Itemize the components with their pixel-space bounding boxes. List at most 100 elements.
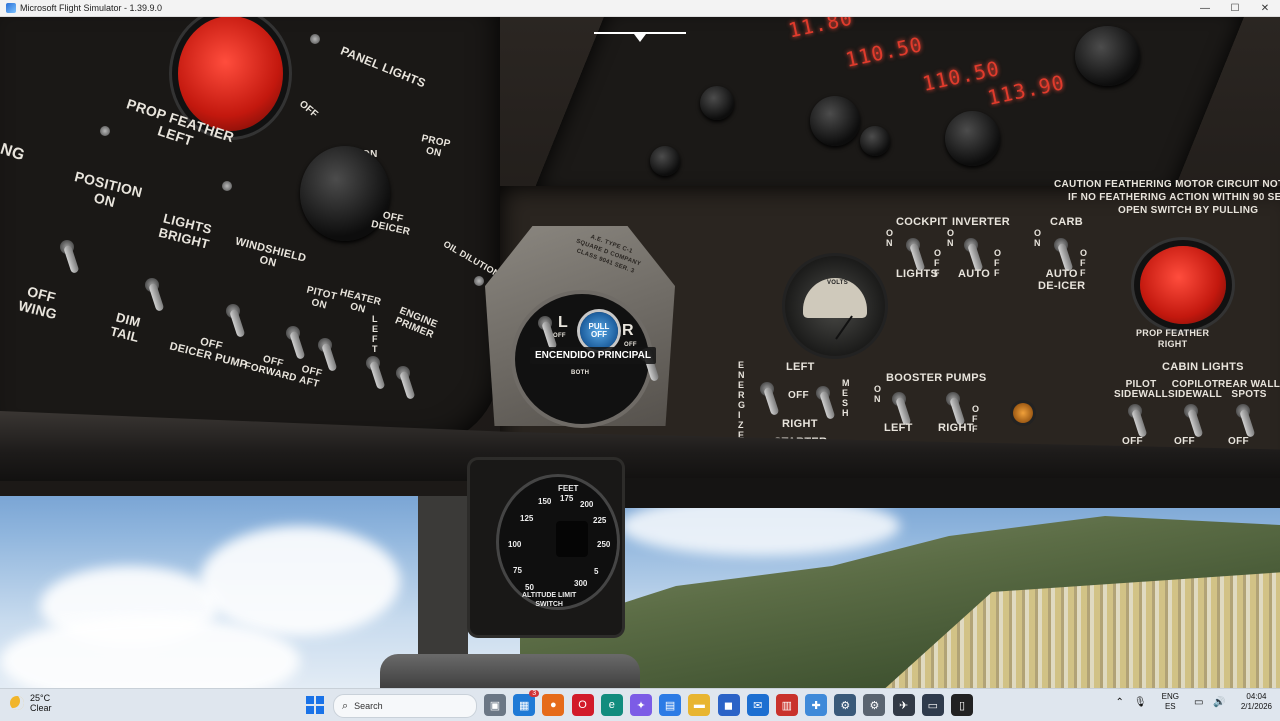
close-button[interactable]: ✕: [1250, 0, 1280, 16]
clock-time: 04:04: [1246, 692, 1267, 701]
caution-line-3: OPEN SWITCH BY PULLING: [1118, 205, 1259, 216]
engine-primer-left-label: L E F T: [372, 314, 379, 354]
moon-icon: [10, 696, 24, 710]
rear-wall-spots-label: REAR WALL SPOTS: [1218, 379, 1280, 400]
window-title-bar[interactable]: Microsoft Flight Simulator - 1.39.9.0 — …: [0, 0, 1280, 17]
starter-left-label: LEFT: [786, 361, 815, 373]
msfs-card-icon[interactable]: ▭: [921, 694, 944, 716]
booster-left-label: LEFT: [884, 422, 913, 434]
opera-icon[interactable]: O: [571, 694, 594, 716]
starter-energize-label: E N E R G I Z E: [738, 360, 746, 440]
maximize-button[interactable]: ☐: [1220, 0, 1250, 16]
settings-icon[interactable]: ⚙: [863, 694, 886, 716]
language-indicator[interactable]: ENG ES: [1162, 692, 1179, 712]
task-view-icon[interactable]: ▣: [484, 694, 506, 716]
booster-pump-left-switch[interactable]: [892, 392, 906, 406]
prop-feather-left-button[interactable]: [178, 16, 283, 131]
phone-icon[interactable]: ▯: [951, 694, 973, 716]
starter-right-label: RIGHT: [782, 418, 818, 430]
altitude-feet-label: FEET: [558, 484, 579, 493]
prop-feather-right-button[interactable]: [1140, 246, 1226, 324]
magneto-pull-off-button[interactable]: PULL OFF: [580, 312, 618, 350]
position-lights-switch[interactable]: [60, 240, 74, 254]
inverter-auto-label: AUTO: [958, 268, 991, 280]
altitude-tick: 5: [594, 567, 599, 576]
windows-taskbar: 25°C Clear ⌕ Search ▣ ▦ 3 ● Oe ✦ ▤ ▬ ◼ ✉ ▥ ✚ ⚙ ⚙ ✈ ▭ ▯ ⌃…: [0, 688, 1280, 721]
flightsim-icon[interactable]: ✈: [892, 694, 915, 716]
prop-feather-right-label: PROP FEATHER RIGHT: [1136, 328, 1210, 349]
start-button[interactable]: [306, 696, 324, 714]
pilot-sidewall-off-label: OFF: [1122, 436, 1143, 447]
notification-badge: 3: [529, 690, 540, 697]
engine-primer-right-switch[interactable]: [396, 366, 410, 380]
cockpit-lights-switch[interactable]: [906, 238, 920, 252]
firefox-icon[interactable]: ●: [542, 694, 565, 716]
booster-pump-right-switch[interactable]: [946, 392, 960, 406]
taskbar-search[interactable]: ⌕ Search: [333, 694, 477, 718]
taskbar-app-list: ▣ ▦ 3 ● Oe ✦ ▤ ▬ ◼ ✉ ▥ ✚ ⚙ ⚙ ✈ ▭ ▯: [484, 690, 980, 716]
windshield-deicer-switch[interactable]: [226, 304, 240, 318]
radio-knob[interactable]: [1075, 26, 1140, 86]
cockpit-lights-lights-label: LIGHTS: [896, 268, 939, 280]
cockpit-lights-on-label: O N: [886, 228, 894, 248]
radio-knob[interactable]: [700, 86, 734, 120]
lights-bright-switch[interactable]: [145, 278, 159, 292]
copilot-sidewall-switch[interactable]: [1184, 404, 1198, 418]
engine-primer-left-switch[interactable]: [366, 356, 380, 370]
altitude-tick: 100: [508, 540, 522, 549]
caution-line-1: CAUTION FEATHERING MOTOR CIRCUIT NOT: [1054, 179, 1280, 190]
explorer-icon[interactable]: ▬: [688, 694, 711, 716]
altitude-limit-pointer[interactable]: [556, 521, 588, 557]
altitude-tick: 75: [513, 566, 522, 575]
window-title: Microsoft Flight Simulator - 1.39.9.0: [20, 3, 163, 13]
weather-temperature: 25°C: [30, 693, 51, 703]
caution-line-2: IF NO FEATHERING ACTION WITHIN 90 SECO: [1068, 192, 1280, 203]
magneto-left-switch[interactable]: [538, 316, 552, 330]
weather-description: Clear: [30, 703, 52, 713]
maps-icon[interactable]: ✚: [805, 694, 828, 716]
radio-knob[interactable]: [945, 111, 1000, 166]
altitude-tick: 225: [593, 516, 607, 525]
carb-deicer-switch[interactable]: [1054, 238, 1068, 252]
magneto-right-label: R: [622, 322, 634, 339]
inverter-switch[interactable]: [964, 238, 978, 252]
starter-mesh-label: M E S H: [842, 378, 850, 418]
volts-label: VOLTS: [827, 280, 849, 286]
pilot-sidewall-label: PILOT SIDEWALL: [1114, 379, 1169, 400]
minimize-button[interactable]: —: [1190, 0, 1220, 16]
pitot-heater-forward-switch[interactable]: [286, 326, 300, 340]
mail-icon[interactable]: ✉: [746, 694, 769, 716]
chat-icon[interactable]: ▤: [659, 694, 682, 716]
network-icon[interactable]: ▭: [1194, 697, 1203, 708]
store-icon[interactable]: ◼: [717, 694, 740, 716]
weather-widget[interactable]: 25°C Clear: [10, 693, 52, 713]
tools-icon[interactable]: ⚙: [834, 694, 857, 716]
altitude-tick: 300: [574, 579, 588, 588]
inverter-off-label: O F F: [994, 248, 1002, 278]
search-icon: ⌕: [342, 699, 349, 712]
heading-indicator-marker: [634, 34, 646, 42]
radio-knob[interactable]: [860, 126, 890, 156]
microphone-icon[interactable]: 🎙: [1134, 697, 1147, 708]
rear-wall-spots-off-label: OFF: [1228, 436, 1249, 447]
pilot-sidewall-switch[interactable]: [1128, 404, 1142, 418]
radio-knob[interactable]: [650, 146, 680, 176]
carb-deicer-label: CARB: [1050, 216, 1083, 228]
rear-wall-spots-switch[interactable]: [1236, 404, 1250, 418]
widgets-icon[interactable]: ▦ 3: [513, 690, 540, 716]
panel-screw: [100, 126, 110, 136]
pitot-heater-aft-switch[interactable]: [318, 338, 332, 352]
cockpit-view[interactable]: 11.80 110.50 110.50 113.90 NG PROP FEATH…: [0, 16, 1280, 688]
control-yoke[interactable]: [380, 654, 640, 688]
edge-icon[interactable]: e: [600, 694, 623, 716]
taskbar-clock[interactable]: 04:04 2/1/2026: [1241, 692, 1272, 712]
news-icon[interactable]: ▥: [775, 694, 798, 716]
radio-knob[interactable]: [810, 96, 860, 146]
starter-left-switch[interactable]: [760, 382, 774, 396]
copilot-icon[interactable]: ✦: [629, 694, 652, 716]
chevron-up-icon[interactable]: ⌃: [1116, 697, 1124, 708]
volts-gauge: VOLTS: [785, 256, 885, 356]
panel-screw: [310, 34, 320, 44]
starter-right-switch[interactable]: [816, 386, 830, 400]
volume-icon[interactable]: 🔊: [1213, 697, 1225, 708]
